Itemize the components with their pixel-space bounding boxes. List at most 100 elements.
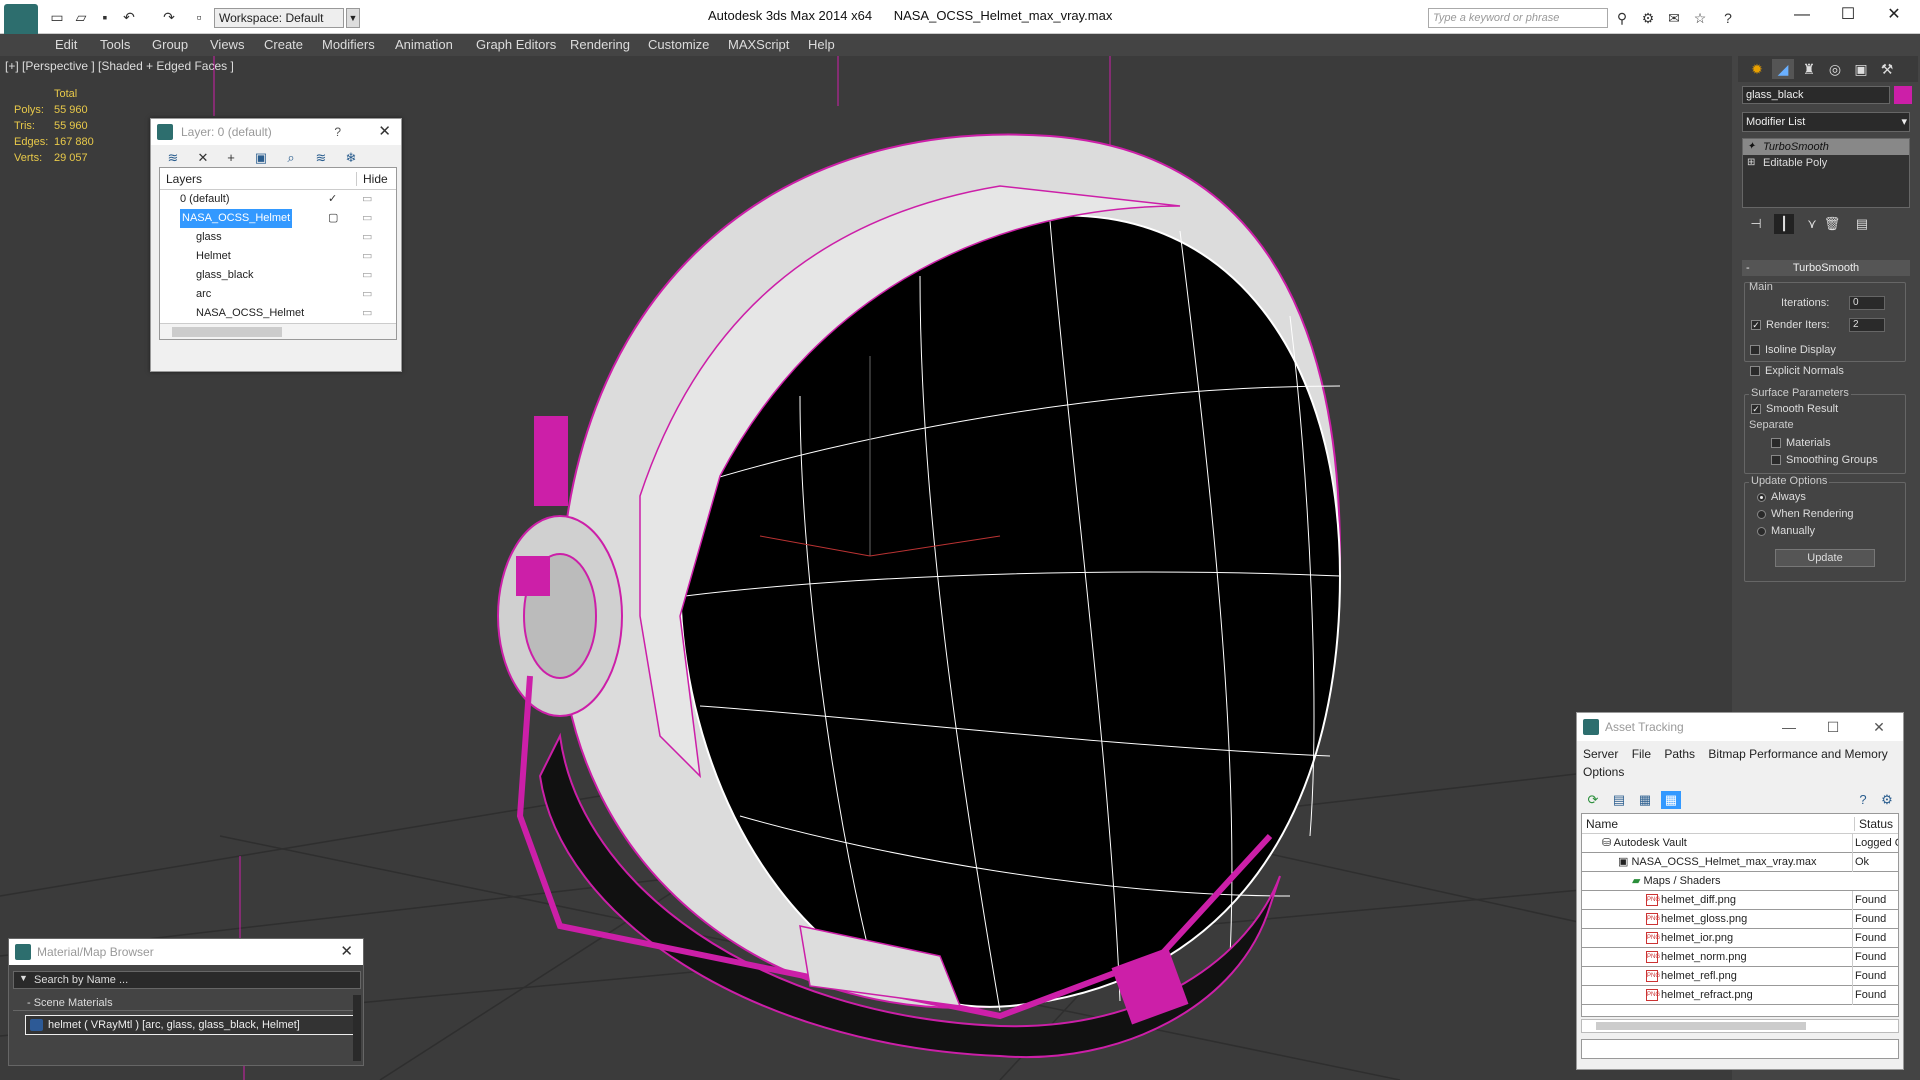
scroll-thumb[interactable] xyxy=(172,327,282,337)
menu-rendering[interactable]: Rendering xyxy=(570,37,630,52)
scene-materials-header[interactable]: - Scene Materials xyxy=(13,995,353,1011)
smoothing-groups-row[interactable]: Smoothing Groups xyxy=(1771,454,1878,466)
asset-row[interactable]: ▣ NASA_OCSS_Helmet_max_vray.max Ok xyxy=(1582,853,1898,872)
layer-row[interactable]: 0 (default) ✓ ▭ xyxy=(160,190,396,209)
utilities-tab-icon[interactable]: ⚒ xyxy=(1876,59,1898,79)
close-icon[interactable]: ✕ xyxy=(340,939,353,965)
menu-customize[interactable]: Customize xyxy=(648,37,709,52)
lightbulb-icon[interactable]: ✦ xyxy=(1747,139,1755,155)
update-always-row[interactable]: Always xyxy=(1757,491,1806,503)
hide-toggle[interactable]: ▭ xyxy=(362,266,372,285)
menu-create[interactable]: Create xyxy=(264,37,303,52)
maximize-button[interactable]: ☐ xyxy=(1813,713,1853,741)
asset-row[interactable]: ⛁ Autodesk Vault Logged O xyxy=(1582,834,1898,853)
delete-layer-icon[interactable]: ✕ xyxy=(193,149,213,167)
layer-row[interactable]: arc ▭ xyxy=(160,285,396,304)
horizontal-scrollbar[interactable] xyxy=(1581,1019,1899,1033)
col-hide[interactable]: Hide xyxy=(356,172,388,186)
help-search-input[interactable]: Type a keyword or phrase xyxy=(1428,8,1608,28)
list-view-icon[interactable]: ▤ xyxy=(1609,791,1629,809)
when-rendering-radio[interactable] xyxy=(1757,509,1766,519)
hide-toggle[interactable]: ▭ xyxy=(362,304,372,323)
create-tab-icon[interactable]: ✹ xyxy=(1746,59,1768,79)
render-iters-spinner[interactable]: 2 xyxy=(1849,318,1885,332)
hide-toggle[interactable]: ▭ xyxy=(362,228,372,247)
viewport-label[interactable]: [+] [Perspective ] [Shaded + Edged Faces… xyxy=(5,59,234,73)
update-when-rendering-row[interactable]: When Rendering xyxy=(1757,508,1854,520)
vertical-scrollbar[interactable] xyxy=(353,995,361,1061)
materials-row[interactable]: Materials xyxy=(1771,437,1831,449)
close-icon[interactable]: ✕ xyxy=(378,119,391,145)
help-icon[interactable]: ? xyxy=(1853,791,1873,809)
update-button[interactable]: Update xyxy=(1775,549,1875,567)
material-browser-titlebar[interactable]: Material/Map Browser ✕ xyxy=(9,939,363,965)
layer-row[interactable]: NASA_OCSS_Helmet ▭ xyxy=(160,304,396,323)
smooth-result-row[interactable]: ✓ Smooth Result xyxy=(1751,403,1838,415)
menu-modifiers[interactable]: Modifiers xyxy=(322,37,375,52)
material-search-input[interactable]: Search by Name ... xyxy=(13,971,361,989)
favorites-star-icon[interactable]: ☆ xyxy=(1690,8,1710,28)
menu-tools[interactable]: Tools xyxy=(100,37,130,52)
undo-icon[interactable]: ↶ xyxy=(120,8,138,26)
pin-stack-icon[interactable]: ⊣ xyxy=(1746,214,1766,234)
asset-row[interactable]: PNGhelmet_gloss.png Found xyxy=(1582,910,1898,929)
close-button[interactable]: ✕ xyxy=(1874,2,1914,28)
minimize-button[interactable]: — xyxy=(1782,2,1822,28)
smoothing-groups-checkbox[interactable] xyxy=(1771,455,1781,466)
make-unique-icon[interactable]: ⋎ xyxy=(1802,214,1822,234)
layer-dialog-titlebar[interactable]: Layer: 0 (default) ? ✕ xyxy=(151,119,401,145)
asset-row[interactable]: PNGhelmet_refl.png Found xyxy=(1582,967,1898,986)
layer-row[interactable]: Helmet ▭ xyxy=(160,247,396,266)
display-tab-icon[interactable]: ▣ xyxy=(1850,59,1872,79)
menu-file[interactable]: File xyxy=(1632,747,1651,761)
layer-row[interactable]: NASA_OCSS_Helmet ▢ ▭ xyxy=(160,209,396,228)
explicit-normals-row[interactable]: Explicit Normals xyxy=(1750,365,1844,377)
new-file-icon[interactable]: ▭ xyxy=(48,8,66,26)
menu-maxscript[interactable]: MAXScript xyxy=(728,37,789,52)
help-icon[interactable]: ? xyxy=(1718,8,1738,28)
motion-tab-icon[interactable]: ◎ xyxy=(1824,59,1846,79)
asset-row[interactable]: PNGhelmet_ior.png Found xyxy=(1582,929,1898,948)
modifier-list-dropdown[interactable]: Modifier List ▾ xyxy=(1742,112,1910,132)
iterations-spinner[interactable]: 0 xyxy=(1849,296,1885,310)
binoculars-icon[interactable]: ⚲ xyxy=(1612,8,1632,28)
menu-edit[interactable]: Edit xyxy=(55,37,77,52)
stack-item-editable-poly[interactable]: ⊞ Editable Poly xyxy=(1743,155,1909,171)
menu-paths[interactable]: Paths xyxy=(1664,747,1695,761)
asset-path-field[interactable] xyxy=(1581,1039,1899,1059)
hide-toggle[interactable]: ▭ xyxy=(362,285,372,304)
minimize-button[interactable]: — xyxy=(1769,713,1809,741)
menu-animation[interactable]: Animation xyxy=(395,37,453,52)
chevron-down-icon[interactable]: ▼ xyxy=(346,8,360,28)
menu-views[interactable]: Views xyxy=(210,37,244,52)
materials-checkbox[interactable] xyxy=(1771,438,1781,449)
asset-row[interactable]: PNGhelmet_refract.png Found xyxy=(1582,986,1898,1005)
project-folder-icon[interactable]: ▫ xyxy=(190,8,208,26)
object-name-field[interactable]: glass_black xyxy=(1742,86,1890,104)
turbosmooth-rollout-header[interactable]: - TurboSmooth xyxy=(1742,260,1910,276)
expand-icon[interactable]: ⊞ xyxy=(1747,155,1755,171)
isoline-row[interactable]: Isoline Display xyxy=(1750,344,1836,356)
layer-current-box-icon[interactable]: ▢ xyxy=(328,209,338,228)
save-icon[interactable]: ▪ xyxy=(96,8,114,26)
add-to-layer-icon[interactable]: + xyxy=(221,149,241,167)
scroll-thumb[interactable] xyxy=(1596,1022,1806,1030)
hide-toggle[interactable]: ▭ xyxy=(362,190,372,209)
menu-bitmap-performance[interactable]: Bitmap Performance and Memory xyxy=(1708,747,1887,761)
asset-row[interactable]: ▰ Maps / Shaders xyxy=(1582,872,1898,891)
workspace-dropdown[interactable]: Workspace: Default xyxy=(214,8,344,28)
layer-row[interactable]: glass ▭ xyxy=(160,228,396,247)
isoline-checkbox[interactable] xyxy=(1750,345,1760,356)
horizontal-scrollbar[interactable] xyxy=(160,323,396,339)
layer-row[interactable]: glass_black ▭ xyxy=(160,266,396,285)
redo-icon[interactable]: ↷ xyxy=(160,8,178,26)
asset-tracking-titlebar[interactable]: Asset Tracking — ☐ ✕ xyxy=(1577,713,1903,741)
menu-help[interactable]: Help xyxy=(808,37,835,52)
stack-item-turbosmooth[interactable]: ✦ TurboSmooth xyxy=(1743,139,1909,155)
app-logo[interactable] xyxy=(4,4,38,38)
explicit-normals-checkbox[interactable] xyxy=(1750,366,1760,377)
help-icon[interactable]: ? xyxy=(334,119,341,145)
always-radio[interactable] xyxy=(1757,492,1766,502)
table-view-icon[interactable]: ▦ xyxy=(1661,791,1681,809)
menu-options[interactable]: Options xyxy=(1583,765,1624,779)
